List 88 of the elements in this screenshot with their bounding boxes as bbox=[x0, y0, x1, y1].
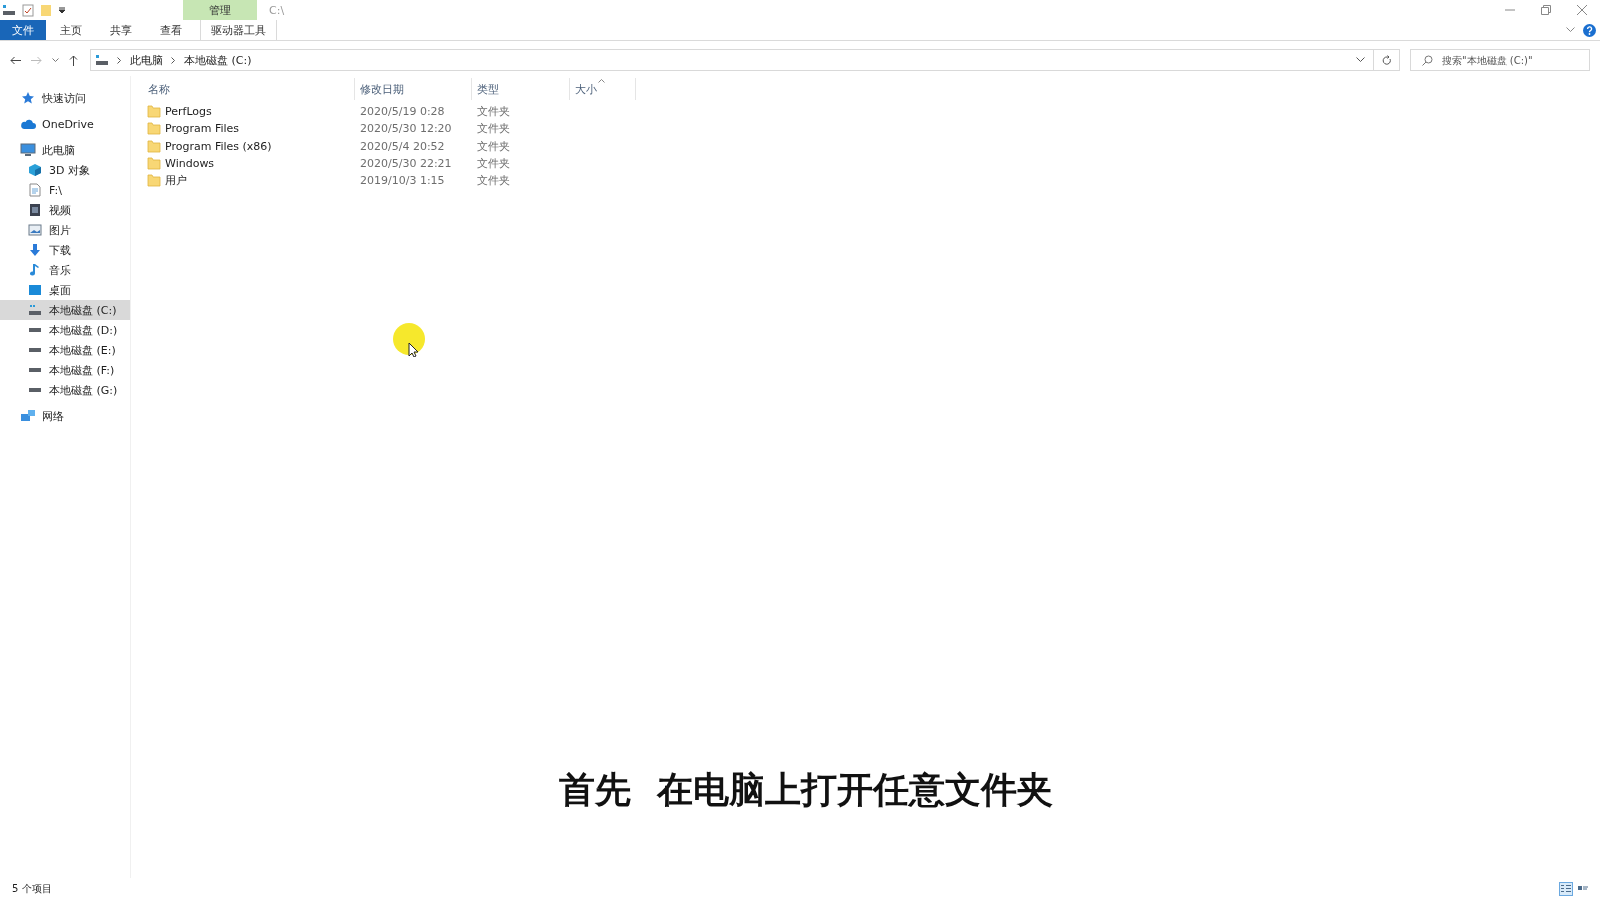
type-cell: 文件夹 bbox=[477, 105, 510, 119]
date-cell: 2019/10/3 1:15 bbox=[360, 174, 445, 188]
down-arrow-icon bbox=[28, 243, 42, 257]
sidebar-item[interactable]: 快速访问 bbox=[0, 88, 130, 108]
cursor-highlight-icon bbox=[393, 323, 427, 357]
folder-icon bbox=[147, 157, 161, 171]
sidebar-item[interactable]: 本地磁盘 (E:) bbox=[0, 340, 130, 360]
refresh-icon[interactable] bbox=[1381, 54, 1392, 66]
star-icon bbox=[21, 91, 35, 105]
sidebar-item[interactable]: OneDrive bbox=[0, 114, 130, 134]
column-header[interactable]: 名称 bbox=[143, 78, 355, 100]
sidebar-item[interactable]: 本地磁盘 (F:) bbox=[0, 360, 130, 380]
chevron-down-icon[interactable] bbox=[1566, 27, 1575, 33]
chevron-down-icon[interactable] bbox=[52, 57, 59, 63]
ribbon-tab[interactable]: 共享 bbox=[96, 20, 146, 40]
chevron-right-icon[interactable] bbox=[171, 56, 176, 64]
computer-icon bbox=[95, 54, 109, 66]
help-icon[interactable] bbox=[1583, 23, 1596, 37]
chevron-right-icon[interactable] bbox=[117, 56, 122, 64]
ribbon-tab[interactable]: 主页 bbox=[46, 20, 96, 40]
close-icon[interactable] bbox=[1577, 5, 1587, 15]
file-name[interactable]: Windows bbox=[165, 157, 215, 171]
folder-icon bbox=[147, 122, 161, 136]
network-icon bbox=[20, 409, 36, 423]
column-header[interactable]: 类型 bbox=[472, 78, 570, 100]
drive-icon bbox=[29, 388, 41, 392]
cube-icon bbox=[28, 163, 42, 177]
ribbon-tab[interactable]: 文件 bbox=[0, 20, 46, 40]
ribbon-tab[interactable]: 查看 bbox=[146, 20, 196, 40]
computer-icon bbox=[20, 143, 36, 157]
restore-icon[interactable] bbox=[1541, 5, 1551, 15]
drive-icon bbox=[29, 328, 41, 332]
ribbon-tab[interactable]: 驱动器工具 bbox=[200, 20, 277, 40]
drive-icon bbox=[29, 368, 41, 372]
date-cell: 2020/5/19 0:28 bbox=[360, 105, 445, 119]
music-note-icon bbox=[29, 263, 41, 277]
folder-icon bbox=[147, 139, 161, 153]
sidebar-item[interactable]: 此电脑 bbox=[0, 140, 130, 160]
date-cell: 2020/5/30 12:20 bbox=[360, 122, 452, 136]
drive-icon bbox=[29, 348, 41, 352]
sidebar-item[interactable]: 本地磁盘 (C:) bbox=[0, 300, 130, 320]
document-icon bbox=[29, 183, 41, 197]
up-arrow-icon[interactable] bbox=[69, 54, 78, 66]
file-name[interactable]: Program Files (x86) bbox=[165, 139, 272, 153]
sidebar-item[interactable]: 本地磁盘 (D:) bbox=[0, 320, 130, 340]
image-icon bbox=[28, 224, 42, 236]
cloud-icon bbox=[20, 118, 36, 130]
sidebar-item[interactable]: 音乐 bbox=[0, 260, 130, 280]
details-view-icon bbox=[1561, 884, 1571, 894]
search-field[interactable]: 搜索"本地磁盘 (C:)" bbox=[1410, 49, 1590, 71]
context-tab-title[interactable]: 管理 bbox=[183, 0, 257, 20]
computer-icon[interactable] bbox=[2, 4, 16, 16]
sidebar-item[interactable]: 视频 bbox=[0, 200, 130, 220]
sidebar-item[interactable]: F:\ bbox=[0, 180, 130, 200]
file-name[interactable]: 用户 bbox=[165, 173, 187, 189]
sidebar-item[interactable]: 本地磁盘 (G:) bbox=[0, 380, 130, 400]
item-count: 5 个项目 bbox=[12, 882, 52, 896]
type-cell: 文件夹 bbox=[477, 122, 510, 136]
date-cell: 2020/5/4 20:52 bbox=[360, 139, 445, 153]
sidebar-item[interactable]: 桌面 bbox=[0, 280, 130, 300]
file-name[interactable]: PerfLogs bbox=[165, 105, 212, 119]
window-title: C:\ bbox=[269, 3, 286, 17]
sidebar-item[interactable]: 下载 bbox=[0, 240, 130, 260]
column-header[interactable]: 修改日期 bbox=[355, 78, 472, 100]
sidebar-item[interactable]: 网络 bbox=[0, 406, 130, 426]
chevron-down-icon[interactable] bbox=[1356, 57, 1365, 63]
breadcrumb[interactable]: 本地磁盘 (C:) bbox=[184, 52, 252, 68]
back-arrow-icon[interactable] bbox=[10, 55, 21, 65]
sidebar-item[interactable]: 3D 对象 bbox=[0, 160, 130, 180]
video-subtitle: 首先 在电脑上打开任意文件夹 bbox=[558, 768, 1054, 812]
folder-icon bbox=[147, 174, 161, 188]
type-cell: 文件夹 bbox=[477, 157, 510, 171]
address-bar[interactable]: 此电脑 本地磁盘 (C:) bbox=[90, 49, 1374, 71]
breadcrumb[interactable]: 此电脑 bbox=[130, 52, 163, 68]
type-cell: 文件夹 bbox=[477, 139, 510, 153]
type-cell: 文件夹 bbox=[477, 174, 510, 188]
properties-icon[interactable] bbox=[22, 3, 34, 17]
dropdown-icon[interactable] bbox=[58, 6, 66, 14]
file-name[interactable]: Program Files bbox=[165, 122, 240, 136]
details-view-button[interactable] bbox=[1559, 882, 1573, 896]
drive-icon bbox=[28, 304, 42, 316]
date-cell: 2020/5/30 22:21 bbox=[360, 157, 452, 171]
search-icon bbox=[1422, 55, 1433, 66]
sidebar-item[interactable]: 图片 bbox=[0, 220, 130, 240]
column-header[interactable]: 大小 bbox=[570, 78, 636, 100]
folder-icon bbox=[147, 105, 161, 119]
film-icon bbox=[29, 203, 41, 217]
desktop-icon bbox=[28, 284, 42, 296]
